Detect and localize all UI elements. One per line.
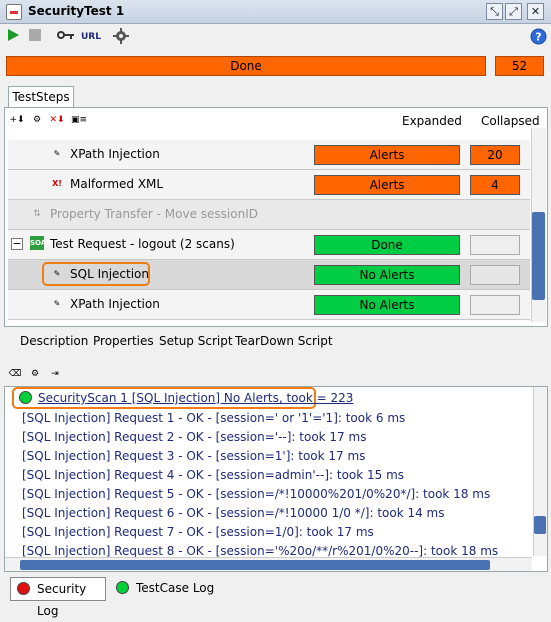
log-line: [SQL Injection] Request 8 - OK - [sessio… — [22, 544, 499, 558]
xml-scan-icon: X! — [52, 179, 62, 188]
status-badge: Alerts — [314, 145, 460, 165]
row-label: Test Request - logout (2 scans) — [50, 237, 235, 251]
gear-icon[interactable]: ⚙ — [26, 366, 44, 382]
xpath-scan-icon: ✎ — [53, 149, 61, 158]
window-title: SecurityTest 1 — [28, 4, 125, 18]
count-cell — [470, 265, 520, 285]
step-row-xpath-injection-2[interactable]: ✎ XPath Injection No Alerts — [8, 290, 530, 320]
column-expanded[interactable]: Expanded — [402, 114, 462, 128]
step-row-malformed-xml[interactable]: X! Malformed XML Alerts 4 — [8, 170, 530, 200]
collapse-toggle-icon[interactable]: − — [11, 238, 23, 250]
log-line: [SQL Injection] Request 6 - OK - [sessio… — [22, 506, 445, 520]
xpath-scan-icon: ✎ — [53, 299, 61, 308]
error-dot-icon — [17, 582, 30, 595]
log-vertical-scrollbar-thumb[interactable] — [534, 516, 546, 534]
count-cell — [470, 295, 520, 315]
app-icon — [6, 4, 22, 20]
sql-scan-icon: ✎ — [53, 269, 61, 278]
step-row-property-transfer[interactable]: ⇅ Property Transfer - Move sessionID — [8, 200, 530, 230]
log-scan-header[interactable]: SecurityScan 1 [SQL Injection] No Alerts… — [38, 391, 353, 405]
maximize-icon[interactable]: ⤢ — [505, 3, 522, 20]
status-badge: Done — [314, 235, 460, 255]
add-scan-icon[interactable]: +⬇ — [8, 112, 26, 128]
row-label: XPath Injection — [70, 147, 160, 161]
row-label: XPath Injection — [70, 297, 160, 311]
remove-scan-icon[interactable]: ✕⬇ — [48, 112, 66, 128]
title-bar: SecurityTest 1 ⤡ ⤢ ✕ — [0, 0, 551, 24]
gear-icon[interactable]: ⚙ — [28, 112, 46, 128]
tab-security-log[interactable]: Security Log — [10, 577, 106, 618]
status-badge: No Alerts — [314, 265, 460, 285]
configure-icon[interactable]: ▣≡ — [70, 112, 88, 128]
log-line: [SQL Injection] Request 2 - OK - [sessio… — [22, 430, 367, 444]
svg-text:?: ? — [535, 31, 541, 44]
step-row-test-request[interactable]: − SOAP Test Request - logout (2 scans) D… — [8, 230, 530, 260]
tab-description[interactable]: Description — [20, 334, 88, 348]
alert-count: 20 — [470, 145, 520, 165]
tab-teststeps[interactable]: TestSteps — [8, 86, 74, 108]
transfer-icon: ⇅ — [33, 209, 41, 219]
tab-label: Security Log — [37, 582, 87, 618]
progress-count: 52 — [495, 56, 544, 76]
url-icon[interactable]: URL — [80, 28, 102, 46]
status-badge: No Alerts — [314, 295, 460, 315]
export-icon[interactable]: ⇥ — [46, 366, 64, 382]
row-label: Property Transfer - Move sessionID — [50, 207, 258, 221]
detach-icon[interactable]: ⤡ — [486, 3, 503, 20]
step-row-sql-injection[interactable]: ✎ SQL Injection No Alerts — [8, 260, 530, 290]
soap-request-icon: SOAP — [30, 236, 51, 250]
help-icon[interactable]: ? — [529, 28, 547, 46]
progress-bar: Done — [6, 56, 486, 76]
column-collapsed[interactable]: Collapsed — [481, 114, 540, 128]
step-row-xpath-injection[interactable]: ✎ XPath Injection Alerts 20 — [8, 140, 530, 170]
count-cell — [470, 235, 520, 255]
tab-teardown-script[interactable]: TearDown Script — [235, 334, 333, 348]
row-label: Malformed XML — [70, 177, 164, 191]
log-line: [SQL Injection] Request 7 - OK - [sessio… — [22, 525, 374, 539]
log-line: [SQL Injection] Request 3 - OK - [sessio… — [22, 449, 366, 463]
steps-scrollbar-thumb[interactable] — [532, 212, 545, 300]
gear-icon[interactable] — [112, 28, 130, 46]
eraser-icon[interactable]: ⌫ — [6, 366, 24, 382]
success-dot-icon — [19, 391, 32, 404]
log-line: [SQL Injection] Request 1 - OK - [sessio… — [22, 411, 406, 425]
tab-setup-script[interactable]: Setup Script — [159, 334, 233, 348]
success-dot-icon — [116, 581, 129, 594]
close-icon[interactable]: ✕ — [527, 3, 544, 20]
log-line: [SQL Injection] Request 5 - OK - [sessio… — [22, 487, 491, 501]
key-icon[interactable] — [56, 28, 76, 46]
tab-testcase-log[interactable]: TestCase Log — [112, 577, 216, 601]
alert-count: 4 — [470, 175, 520, 195]
stop-icon[interactable] — [26, 28, 44, 46]
tab-properties[interactable]: Properties — [93, 334, 154, 348]
log-horizontal-scrollbar-thumb[interactable] — [20, 560, 490, 570]
log-line: [SQL Injection] Request 4 - OK - [sessio… — [22, 468, 405, 482]
tab-label: TestCase Log — [136, 581, 215, 595]
status-badge: Alerts — [314, 175, 460, 195]
run-icon[interactable] — [4, 28, 22, 46]
row-label: SQL Injection — [70, 267, 150, 281]
main-toolbar: URL ? — [0, 25, 551, 49]
